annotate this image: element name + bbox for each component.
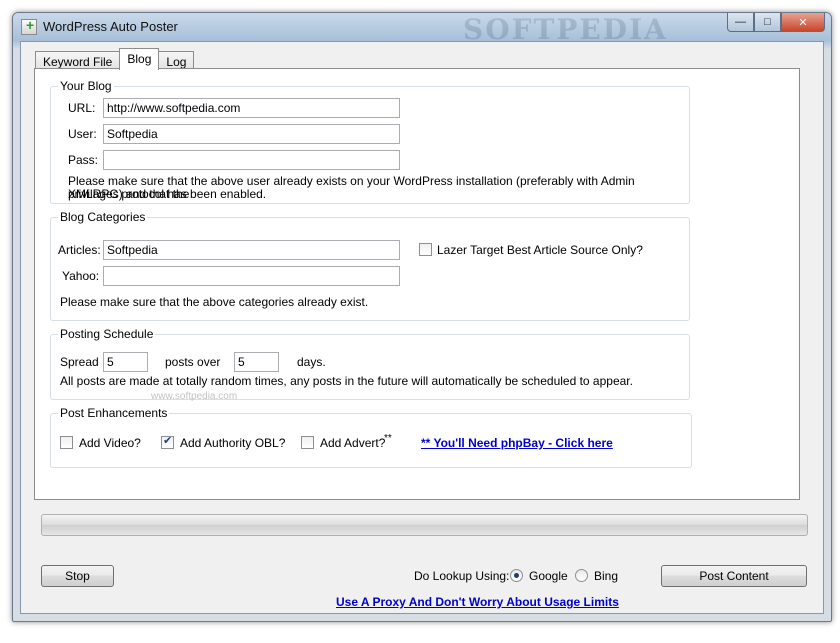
post-enhancements-legend: Post Enhancements bbox=[58, 406, 170, 420]
maximize-button[interactable]: □ bbox=[754, 13, 781, 32]
add-authority-obl-label[interactable]: Add Authority OBL? bbox=[180, 436, 285, 450]
window-controls: — □ ✕ bbox=[727, 13, 825, 32]
url-label: URL: bbox=[68, 101, 96, 115]
progress-bar bbox=[41, 514, 808, 536]
add-advert-asterisks: ** bbox=[384, 433, 392, 444]
proxy-link[interactable]: Use A Proxy And Don't Worry About Usage … bbox=[336, 595, 619, 609]
days-label: days. bbox=[297, 355, 326, 369]
minimize-icon: — bbox=[735, 16, 746, 28]
your-blog-legend: Your Blog bbox=[58, 79, 114, 93]
your-blog-group: Your Blog URL: User: Pass: Please make s… bbox=[50, 79, 690, 204]
title-watermark: SOFTPEDIA bbox=[463, 13, 668, 41]
window-title: WordPress Auto Poster bbox=[43, 19, 178, 34]
bing-radio[interactable] bbox=[575, 569, 588, 582]
posting-schedule-legend: Posting Schedule bbox=[58, 327, 156, 341]
bing-label[interactable]: Bing bbox=[594, 569, 618, 583]
lazer-target-checkbox[interactable] bbox=[419, 243, 432, 256]
spread-input[interactable] bbox=[103, 352, 148, 372]
yahoo-label: Yahoo: bbox=[62, 269, 100, 283]
app-window: WordPress Auto Poster SOFTPEDIA — □ ✕ Ke… bbox=[12, 12, 832, 622]
blog-categories-note: Please make sure that the above categori… bbox=[60, 295, 369, 309]
tab-blog[interactable]: Blog bbox=[119, 48, 160, 70]
pass-label: Pass: bbox=[68, 153, 99, 167]
url-input[interactable] bbox=[103, 98, 400, 118]
phpbay-link[interactable]: ** You'll Need phpBay - Click here bbox=[421, 436, 613, 450]
pass-input[interactable] bbox=[103, 150, 400, 170]
days-input[interactable] bbox=[234, 352, 279, 372]
your-blog-note-line2: XMLRPC protocol has been enabled. bbox=[68, 187, 267, 201]
google-radio[interactable] bbox=[510, 569, 523, 582]
lazer-target-label[interactable]: Lazer Target Best Article Source Only? bbox=[437, 243, 643, 257]
posting-schedule-note: All posts are made at totally random tim… bbox=[60, 374, 633, 388]
add-authority-obl-checkbox[interactable] bbox=[161, 434, 174, 449]
add-advert-checkbox[interactable] bbox=[301, 436, 314, 449]
close-icon: ✕ bbox=[798, 16, 808, 29]
user-input[interactable] bbox=[103, 124, 400, 144]
add-video-label[interactable]: Add Video? bbox=[79, 436, 141, 450]
articles-input[interactable] bbox=[103, 240, 400, 260]
blog-categories-group: Blog Categories Articles: Yahoo: Lazer T… bbox=[50, 210, 690, 321]
post-enhancements-group: Post Enhancements Add Video? Add Authori… bbox=[50, 406, 692, 468]
add-video-checkbox[interactable] bbox=[60, 436, 73, 449]
client-area: Keyword File Blog Log Your Blog URL: Use… bbox=[20, 41, 824, 614]
google-label[interactable]: Google bbox=[529, 569, 568, 583]
yahoo-input[interactable] bbox=[103, 266, 400, 286]
add-advert-label[interactable]: Add Advert? bbox=[320, 436, 385, 450]
lookup-label: Do Lookup Using: bbox=[414, 569, 510, 583]
stop-button[interactable]: Stop bbox=[41, 565, 114, 587]
post-content-button[interactable]: Post Content bbox=[661, 565, 807, 587]
articles-label: Articles: bbox=[58, 243, 101, 257]
app-icon bbox=[21, 17, 37, 35]
tab-strip: Keyword File Blog Log bbox=[35, 48, 195, 70]
blog-categories-legend: Blog Categories bbox=[58, 210, 148, 224]
spread-label: Spread bbox=[60, 355, 99, 369]
close-button[interactable]: ✕ bbox=[781, 13, 825, 32]
softpedia-watermark: www.softpedia.com bbox=[151, 391, 238, 402]
title-bar[interactable]: WordPress Auto Poster SOFTPEDIA — □ ✕ bbox=[13, 13, 831, 41]
blog-tab-panel: Your Blog URL: User: Pass: Please make s… bbox=[34, 68, 800, 500]
maximize-icon: □ bbox=[764, 16, 771, 28]
user-label: User: bbox=[68, 127, 97, 141]
minimize-button[interactable]: — bbox=[727, 13, 754, 32]
posts-over-label: posts over bbox=[165, 355, 221, 369]
posting-schedule-group: Posting Schedule Spread posts over days.… bbox=[50, 327, 690, 402]
